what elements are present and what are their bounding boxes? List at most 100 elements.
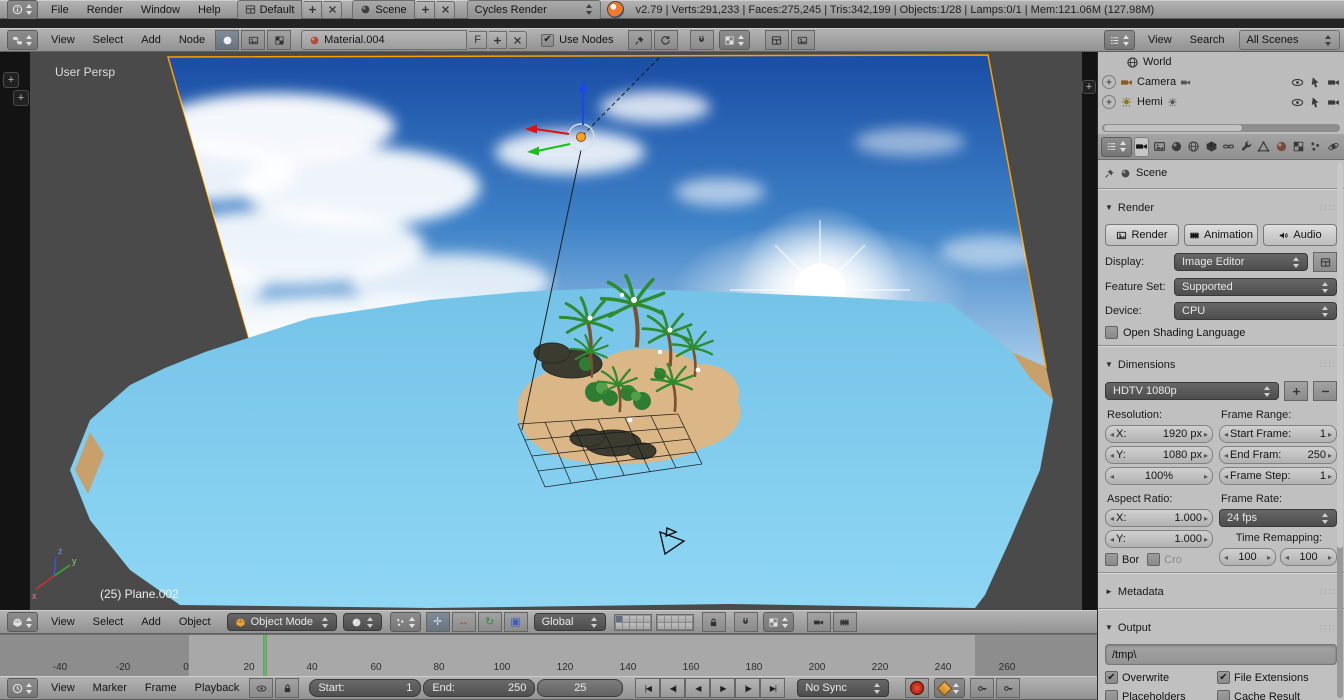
editor-type-button-node[interactable] [7,30,38,50]
viewport-canvas[interactable]: x y z User Persp (25) Plane.002 [30,52,1082,610]
editor-type-button-timeline[interactable] [7,678,38,698]
selectability-pointer-icon[interactable] [1309,76,1322,89]
opengl-render-animation-button[interactable] [832,612,857,632]
border-checkbox[interactable] [1105,553,1118,566]
delete-layout-button[interactable] [324,0,343,19]
aspect-y-field[interactable]: Y:1.000 [1105,530,1213,548]
cache-result-checkbox[interactable] [1217,690,1230,700]
osl-row[interactable]: Open Shading Language [1098,326,1344,339]
menu-help[interactable]: Help [190,4,229,16]
lamp-origin-dot[interactable] [576,132,586,142]
menu-view[interactable]: View [43,682,83,694]
panel-grip[interactable] [1320,359,1337,371]
selectability-pointer-icon[interactable] [1309,96,1322,109]
render-button[interactable]: Render [1105,224,1179,246]
tab-physics[interactable] [1326,137,1341,157]
pin-button[interactable] [627,30,652,50]
menu-playback[interactable]: Playback [187,682,248,694]
tab-world[interactable] [1186,137,1201,157]
overwrite-checkbox[interactable] [1105,671,1118,684]
overwrite-toggle[interactable]: Overwrite [1105,671,1213,684]
pin-icon[interactable] [1104,168,1115,179]
play-button[interactable] [710,678,736,698]
end-frame-field[interactable]: End Fram:250 [1219,446,1337,464]
properties-scrollbar[interactable] [1337,162,1343,698]
lock-to-scene-button[interactable] [701,612,726,632]
renderability-camera-icon[interactable] [1327,76,1340,89]
menu-node[interactable]: Node [171,34,213,46]
device-dropdown[interactable]: CPU [1174,302,1337,320]
file-extensions-checkbox[interactable] [1217,671,1230,684]
output-path-field[interactable]: /tmp\ [1105,644,1337,665]
aspect-x-field[interactable]: X:1.000 [1105,509,1213,527]
tab-scene[interactable] [1169,137,1184,157]
menu-file[interactable]: File [43,4,77,16]
crop-toggle[interactable]: Cro [1147,553,1182,566]
copy-node-button[interactable] [764,30,789,50]
remove-preset-button[interactable] [1313,381,1337,401]
start-frame-field[interactable]: Start: 1 [309,679,422,697]
menu-select[interactable]: Select [85,34,132,46]
menu-marker[interactable]: Marker [85,682,135,694]
file-extensions-toggle[interactable]: File Extensions [1217,671,1337,684]
fake-user-button[interactable]: F [469,31,488,49]
osl-checkbox[interactable] [1105,326,1118,339]
prev-keyframe-button[interactable] [660,678,686,698]
outliner-item-camera[interactable]: Camera [1098,72,1344,92]
use-preview-range-toggle[interactable] [249,678,274,698]
jump-to-start-button[interactable] [635,678,661,698]
panel-header-dimensions[interactable]: Dimensions [1098,354,1344,375]
display-new-window-button[interactable] [1313,252,1337,272]
snap-mode-dropdown[interactable] [718,30,750,50]
border-toggle[interactable]: Bor [1105,553,1139,566]
outliner-item-world[interactable]: World [1098,52,1344,72]
tab-render-layers[interactable] [1151,137,1166,157]
jump-to-end-button[interactable] [760,678,786,698]
auto-keyframe-record-button[interactable] [905,678,930,698]
frame-rate-dropdown[interactable]: 24 fps [1219,509,1337,527]
panel-grip[interactable] [1320,622,1337,634]
resolution-y-field[interactable]: Y:1080 px [1105,446,1213,464]
panel-grip[interactable] [1320,202,1337,214]
outliner-horizontal-scrollbar[interactable] [1102,124,1340,132]
resolution-percentage-field[interactable]: 100% [1105,467,1213,485]
panel-grip[interactable] [1320,586,1337,598]
current-frame-cursor[interactable] [264,635,266,677]
cache-result-toggle[interactable]: Cache Result [1217,690,1337,700]
visibility-eye-icon[interactable] [1291,76,1304,89]
shader-nodes-tab[interactable] [215,30,240,50]
editor-type-button-properties[interactable] [1101,136,1132,157]
render-animation-button[interactable]: Animation [1184,224,1258,246]
feature-set-dropdown[interactable]: Supported [1174,278,1337,296]
manipulator-toggle[interactable]: ✛ [425,612,450,632]
use-nodes-checkbox[interactable] [541,33,555,47]
panel-header-output[interactable]: Output [1098,617,1344,638]
menu-window[interactable]: Window [133,4,188,16]
panel-header-metadata[interactable]: Metadata [1098,581,1344,602]
tab-particles[interactable] [1308,137,1323,157]
tab-texture[interactable] [1291,137,1306,157]
current-frame-field[interactable]: 25 [537,679,624,697]
menu-add[interactable]: Add [133,616,169,628]
menu-view[interactable]: View [43,616,83,628]
tab-constraints[interactable] [1221,137,1236,157]
display-dropdown[interactable]: Image Editor [1174,253,1308,271]
time-remap-new-field[interactable]: 100 [1280,548,1337,566]
add-preset-button[interactable] [1284,381,1308,401]
render-audio-button[interactable]: Audio [1263,224,1337,246]
menu-select[interactable]: Select [85,616,132,628]
outliner-filter-dropdown[interactable]: All Scenes [1238,30,1340,50]
scene-selector[interactable]: Scene [352,0,415,20]
pivot-point-dropdown[interactable] [389,612,421,632]
delete-scene-button[interactable] [436,0,455,19]
expand-toolshelf-button[interactable]: + [3,72,19,88]
translate-manipulator-button[interactable]: ↔ [451,612,476,632]
texture-nodes-tab[interactable] [267,30,292,50]
snap-element-dropdown[interactable] [762,612,794,632]
placeholders-checkbox[interactable] [1105,690,1118,700]
editor-type-button-outliner[interactable] [1104,30,1135,50]
expand-icon[interactable] [1102,75,1116,89]
time-remap-old-field[interactable]: 100 [1219,548,1276,566]
snap-toggle-button[interactable] [689,30,714,50]
tab-modifiers[interactable] [1239,137,1254,157]
